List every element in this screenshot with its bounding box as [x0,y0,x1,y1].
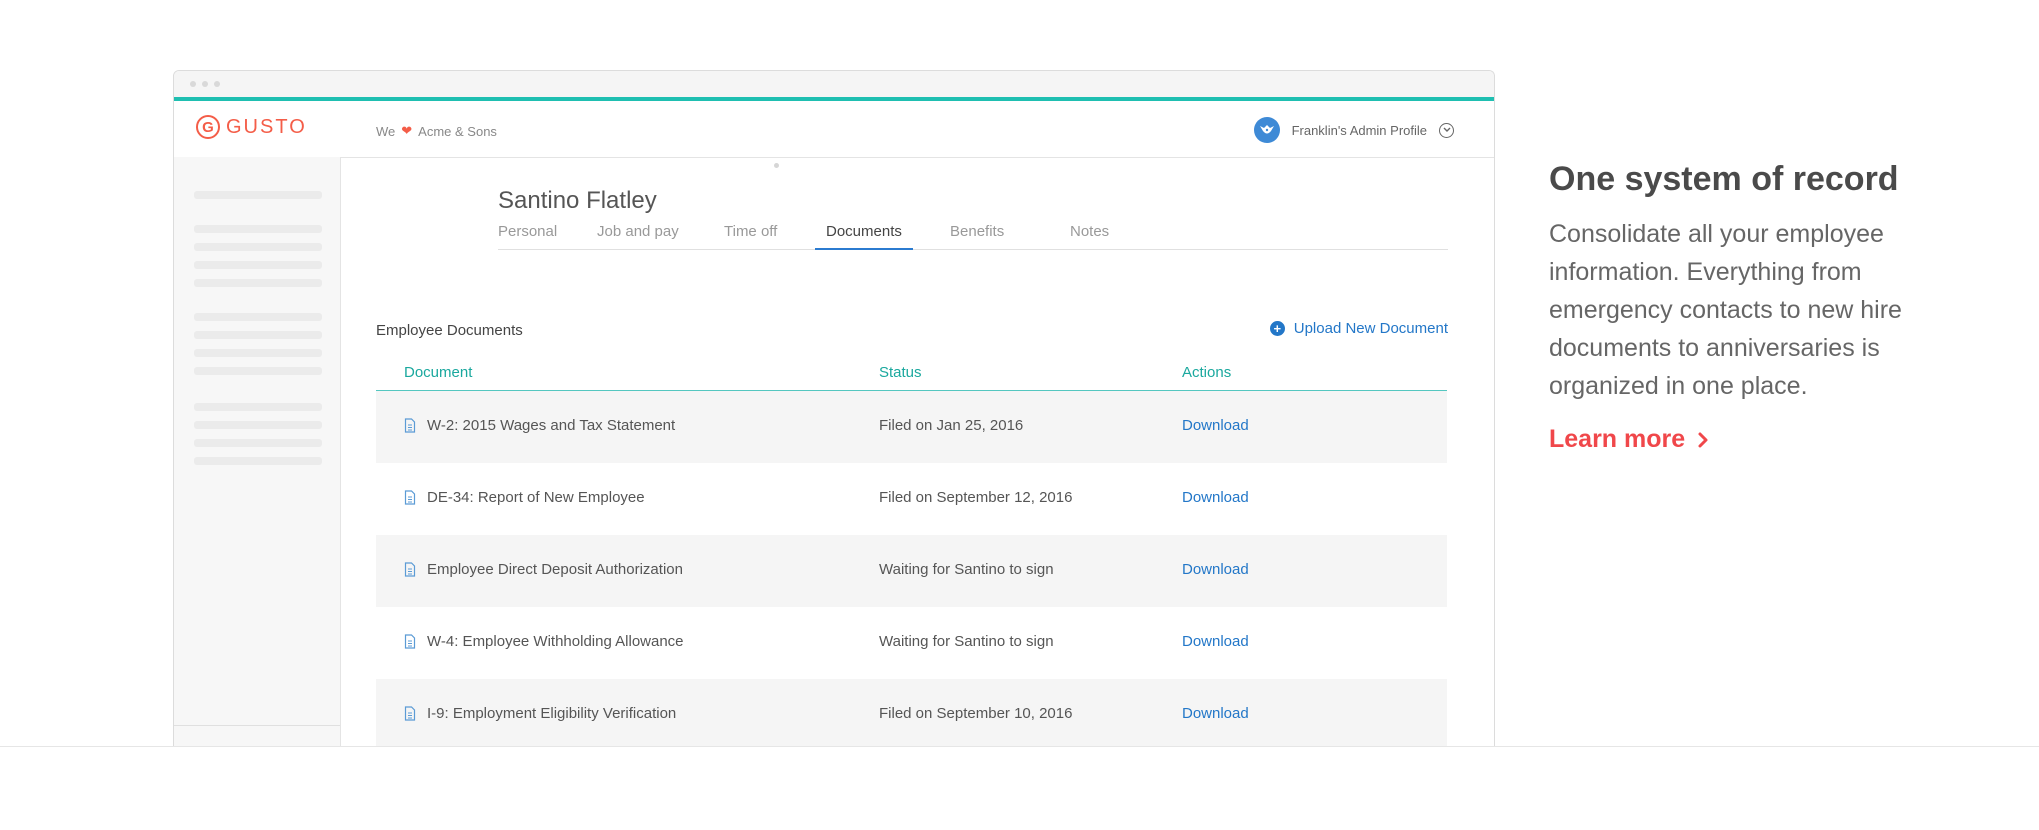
download-link[interactable]: Download [1182,561,1249,578]
main-content: Santino Flatley Personal Job and pay Tim… [341,157,1494,747]
sidebar [174,157,341,747]
window-control-dot[interactable] [202,81,208,87]
document-name[interactable]: Employee Direct Deposit Authorization [427,561,683,578]
heart-icon: ❤ [401,123,413,138]
upload-document-button[interactable]: + Upload New Document [1269,320,1448,337]
document-status: Filed on September 12, 2016 [879,489,1073,506]
promo-body: Consolidate all your employee informatio… [1549,220,1902,400]
document-icon [404,418,416,433]
download-link[interactable]: Download [1182,705,1249,722]
sidebar-divider [174,725,340,726]
documents-table: Document Status Actions W-2: 2015 Wages … [376,362,1447,747]
table-row: DE-34: Report of New Employee Filed on S… [376,463,1447,535]
sidebar-placeholder [194,279,322,287]
drag-handle-dot [774,163,779,168]
window-control-dot[interactable] [190,81,196,87]
download-link[interactable]: Download [1182,489,1249,506]
sidebar-placeholder [194,243,322,251]
avatar[interactable] [1253,117,1280,143]
sidebar-placeholder [194,191,322,199]
tab-job-and-pay[interactable]: Job and pay [597,223,679,249]
document-name[interactable]: DE-34: Report of New Employee [427,489,645,506]
gusto-logo[interactable]: G GUSTO [196,115,307,139]
tab-personal[interactable]: Personal [498,223,557,249]
table-header: Document Status Actions [376,362,1447,391]
document-icon [404,706,416,721]
chevron-right-icon [1698,432,1708,447]
download-link[interactable]: Download [1182,633,1249,650]
bird-avatar-icon [1259,125,1274,134]
sidebar-placeholder [194,457,322,465]
sidebar-placeholder [194,313,322,321]
sidebar-placeholder [194,421,322,429]
document-status: Filed on Jan 25, 2016 [879,417,1024,434]
profile-label: Franklin's Admin Profile [1291,122,1427,138]
page-divider [0,746,2039,747]
company-name: Acme & Sons [418,123,497,139]
document-name[interactable]: W-4: Employee Withholding Allowance [427,633,684,650]
document-icon [404,562,416,577]
company-prefix: We [376,123,396,139]
sidebar-placeholder [194,367,322,375]
logo-mark: G [196,115,220,139]
sidebar-placeholder [194,331,322,339]
plus-icon: + [1269,321,1285,336]
tab-notes[interactable]: Notes [1070,223,1109,249]
sidebar-placeholder [194,261,322,269]
document-name[interactable]: I-9: Employment Eligibility Verification [427,705,676,722]
document-name[interactable]: W-2: 2015 Wages and Tax Statement [427,417,675,434]
document-status: Waiting for Santino to sign [879,561,1054,578]
sidebar-placeholder [194,403,322,411]
window-control-dot[interactable] [214,81,220,87]
browser-chrome [174,71,1494,97]
learn-more-label: Learn more [1549,425,1686,453]
table-row: Employee Direct Deposit Authorization Wa… [376,535,1447,607]
employee-tabs: Personal Job and pay Time off Documents … [498,223,1448,250]
learn-more-link[interactable]: Learn more [1549,425,1709,454]
section-title: Employee Documents [376,322,523,339]
table-row: W-2: 2015 Wages and Tax Statement Filed … [376,391,1447,463]
column-header-status[interactable]: Status [879,364,922,381]
document-icon [404,634,416,649]
browser-window: G GUSTO We ❤ Acme & Sons Franklin's Admi… [173,70,1495,747]
document-status: Waiting for Santino to sign [879,633,1054,650]
chevron-down-icon[interactable] [1439,122,1454,138]
tab-documents[interactable]: Documents [815,223,913,250]
document-icon [404,490,416,505]
logo-wordmark: GUSTO [226,115,307,138]
tab-benefits[interactable]: Benefits [950,223,1004,249]
tab-time-off[interactable]: Time off [724,223,777,249]
upload-label: Upload New Document [1293,320,1448,337]
company-tagline: We ❤ Acme & Sons [376,123,497,139]
promo-title: One system of record [1549,160,1899,198]
document-status: Filed on September 10, 2016 [879,705,1073,722]
column-header-actions: Actions [1182,364,1232,381]
profile-menu[interactable]: Franklin's Admin Profile [1253,117,1454,143]
employee-name: Santino Flatley [498,187,657,214]
sidebar-placeholder [194,439,322,447]
sidebar-placeholder [194,349,322,357]
table-row: W-4: Employee Withholding Allowance Wait… [376,607,1447,679]
sidebar-placeholder [194,225,322,233]
table-row: I-9: Employment Eligibility Verification… [376,679,1447,747]
column-header-document[interactable]: Document [404,364,472,381]
app-header: G GUSTO We ❤ Acme & Sons Franklin's Admi… [174,101,1494,158]
download-link[interactable]: Download [1182,417,1249,434]
